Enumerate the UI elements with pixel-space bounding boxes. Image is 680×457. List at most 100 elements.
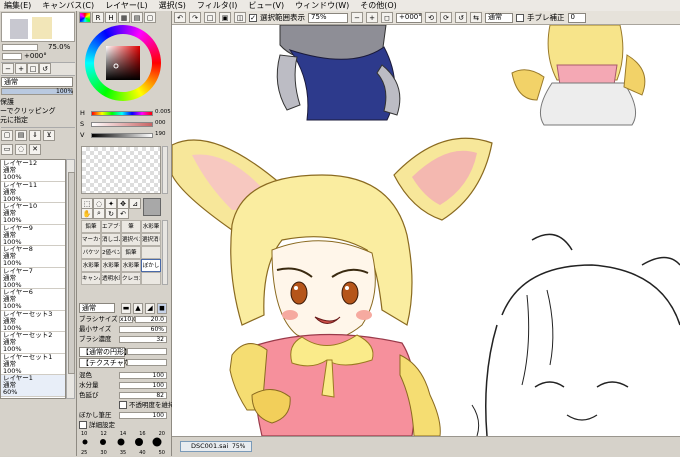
rotate-left-button[interactable]: ⟲ bbox=[425, 12, 437, 23]
menu-edit[interactable]: 編集(E) bbox=[0, 0, 38, 11]
menu-canvas[interactable]: キャンバス(C) bbox=[38, 0, 101, 11]
nav-rotate-button[interactable]: ↺ bbox=[39, 63, 51, 74]
selection-visible-checkbox[interactable]: ✓ bbox=[249, 13, 257, 22]
tool-bucket[interactable]: バケツ bbox=[81, 246, 101, 259]
layer-blend-mode-select[interactable]: 通常 bbox=[1, 77, 73, 87]
navigator-angle-slider[interactable] bbox=[2, 53, 22, 60]
tool-binary-pen[interactable]: 2値ペン bbox=[101, 246, 121, 259]
tool-watercolor-3[interactable]: 水彩筆 bbox=[101, 259, 121, 272]
palette-scrollbar[interactable] bbox=[162, 146, 168, 194]
brush-texture-strength-slider[interactable] bbox=[127, 359, 167, 366]
zoom-reset-button[interactable]: ◻ bbox=[381, 12, 393, 23]
menu-layer[interactable]: レイヤー(L) bbox=[101, 0, 154, 11]
min-size-slider[interactable]: 60% bbox=[119, 326, 167, 333]
blend-mode-select[interactable]: 通常 bbox=[485, 12, 513, 23]
tool-select-pen[interactable]: 選択ペン bbox=[121, 233, 141, 246]
menu-other[interactable]: その他(O) bbox=[356, 0, 404, 11]
redo-button[interactable]: ↷ bbox=[189, 12, 201, 23]
shape-soft-icon[interactable]: ▲ bbox=[133, 303, 143, 314]
tool-crayon[interactable]: クレヨン bbox=[121, 272, 141, 285]
detail-settings-checkbox[interactable] bbox=[79, 421, 87, 429]
tool-pencil[interactable]: 鉛筆 bbox=[81, 220, 101, 233]
transfer-down-button[interactable]: ⇓ bbox=[29, 129, 41, 141]
layer-item[interactable]: レイヤー9 通常 100% bbox=[1, 224, 65, 246]
zoom-tool-icon[interactable]: ⌕ bbox=[93, 208, 105, 219]
brush-size-multiplier[interactable]: x10.0 bbox=[119, 316, 137, 323]
blur-pressure-slider[interactable]: 100 bbox=[119, 412, 167, 419]
delete-layer-button[interactable]: ✕ bbox=[29, 143, 41, 155]
layer-item[interactable]: レイヤーセット2 通常 100% bbox=[1, 332, 65, 354]
layer-list-scrollbar[interactable] bbox=[66, 159, 75, 399]
tool-empty-1[interactable] bbox=[141, 246, 161, 259]
rotate-reset-button[interactable]: ↺ bbox=[455, 12, 467, 23]
mixer-mode-button[interactable]: ▦ bbox=[118, 12, 130, 23]
shape-hard-icon[interactable]: ▬ bbox=[121, 303, 131, 314]
layer-item[interactable]: レイヤーセット1 通常 100% bbox=[1, 353, 65, 375]
tool-watercolor[interactable]: 水彩筆 bbox=[141, 220, 161, 233]
water-slider[interactable]: 100 bbox=[119, 382, 167, 389]
stabilizer-checkbox[interactable] bbox=[516, 13, 524, 22]
tool-watercolor-4[interactable]: 水彩筆 bbox=[121, 259, 141, 272]
nav-fit-button[interactable]: □ bbox=[27, 63, 39, 74]
menu-select[interactable]: 選択(S) bbox=[155, 0, 193, 11]
tool-airbrush[interactable]: エアブラシ bbox=[101, 220, 121, 233]
stabilizer-select[interactable]: 0 bbox=[567, 12, 586, 23]
size-preset[interactable]: 30 bbox=[100, 450, 106, 456]
zoom-out-button[interactable]: − bbox=[351, 12, 363, 23]
layer-item[interactable]: レイヤー11 通常 100% bbox=[1, 181, 65, 203]
swatch-mode-button[interactable]: ▤ bbox=[131, 12, 143, 23]
menu-filter[interactable]: フィルタ(I) bbox=[193, 0, 244, 11]
merge-down-button[interactable]: ⊻ bbox=[43, 129, 55, 141]
clear-layer-button[interactable]: ◌ bbox=[15, 143, 27, 155]
shape-medium-icon[interactable]: ◢ bbox=[145, 303, 155, 314]
tool-canvas[interactable]: キャンバス bbox=[81, 272, 101, 285]
invert-selection-button[interactable]: ▣ bbox=[219, 12, 231, 23]
hand-tool-icon[interactable]: ✋ bbox=[81, 208, 93, 219]
color-wheel-mode-button[interactable] bbox=[79, 12, 91, 23]
color-wheel[interactable] bbox=[85, 25, 161, 101]
new-set-button[interactable]: ▤ bbox=[15, 129, 27, 141]
mix-slider[interactable]: 100 bbox=[119, 372, 167, 379]
rotation-field[interactable]: +000° bbox=[396, 12, 422, 23]
deselect-button[interactable]: □ bbox=[204, 12, 216, 23]
hue-slider[interactable] bbox=[91, 111, 153, 116]
scratch-mode-button[interactable]: ▢ bbox=[144, 12, 156, 23]
layer-list[interactable]: レイヤー12 通常 100% レイヤー11 通常 100% レイヤー10 通常 100% レ… bbox=[0, 159, 66, 399]
show-selection-button[interactable]: ◫ bbox=[234, 12, 246, 23]
layer-item[interactable]: レイヤー10 通常 100% bbox=[1, 203, 65, 225]
layer-option-protect[interactable]: 保護 bbox=[0, 98, 76, 107]
brush-density-slider[interactable]: 32 bbox=[119, 336, 167, 343]
tool-grid-scrollbar[interactable] bbox=[162, 220, 168, 285]
flip-button[interactable]: ⇆ bbox=[470, 12, 482, 23]
new-layer-button[interactable]: ▢ bbox=[1, 129, 13, 141]
navigator-zoom-slider[interactable] bbox=[2, 44, 38, 51]
layer-option-clipping[interactable]: ーでクリッピング bbox=[0, 107, 76, 116]
brush-size-slider[interactable]: 20.0 bbox=[135, 316, 167, 323]
nav-zoom-in-button[interactable]: + bbox=[15, 63, 27, 74]
saturation-slider[interactable] bbox=[91, 122, 153, 127]
tool-transparent-watercolor[interactable]: 透明水彩 bbox=[101, 272, 121, 285]
layer-option-selection-source[interactable]: 元に指定 bbox=[0, 116, 76, 125]
stretch-slider[interactable]: 82 bbox=[119, 392, 167, 399]
navigator-preview[interactable] bbox=[1, 12, 75, 42]
rotate-tool-icon[interactable]: ↻ bbox=[105, 208, 117, 219]
brush-shape-select[interactable]: 【通常の円形】 bbox=[79, 347, 131, 357]
menu-view[interactable]: ビュー(V) bbox=[244, 0, 291, 11]
layer-item[interactable]: レイヤー12 通常 100% bbox=[1, 160, 65, 182]
menu-window[interactable]: ウィンドウ(W) bbox=[291, 0, 356, 11]
swatch-palette[interactable] bbox=[81, 146, 161, 194]
current-color-swatch[interactable] bbox=[143, 198, 161, 216]
size-preset[interactable]: 35 bbox=[120, 450, 126, 456]
zoom-in-button[interactable]: + bbox=[366, 12, 378, 23]
nav-zoom-out-button[interactable]: − bbox=[2, 63, 14, 74]
folder-icon[interactable]: ▭ bbox=[1, 143, 13, 155]
zoom-select[interactable]: 75% bbox=[308, 12, 348, 23]
undo-button[interactable]: ↶ bbox=[174, 12, 186, 23]
tool-marker[interactable]: マーカー bbox=[81, 233, 101, 246]
layer-item[interactable]: レイヤー8 通常 100% bbox=[1, 246, 65, 268]
rotate-right-button[interactable]: ⟳ bbox=[440, 12, 452, 23]
drawing-canvas[interactable] bbox=[172, 25, 680, 436]
undo-tool-icon[interactable]: ↶ bbox=[117, 208, 129, 219]
tool-pencil-2[interactable]: 鉛筆 bbox=[121, 246, 141, 259]
tool-watercolor-2[interactable]: 水彩筆 bbox=[81, 259, 101, 272]
